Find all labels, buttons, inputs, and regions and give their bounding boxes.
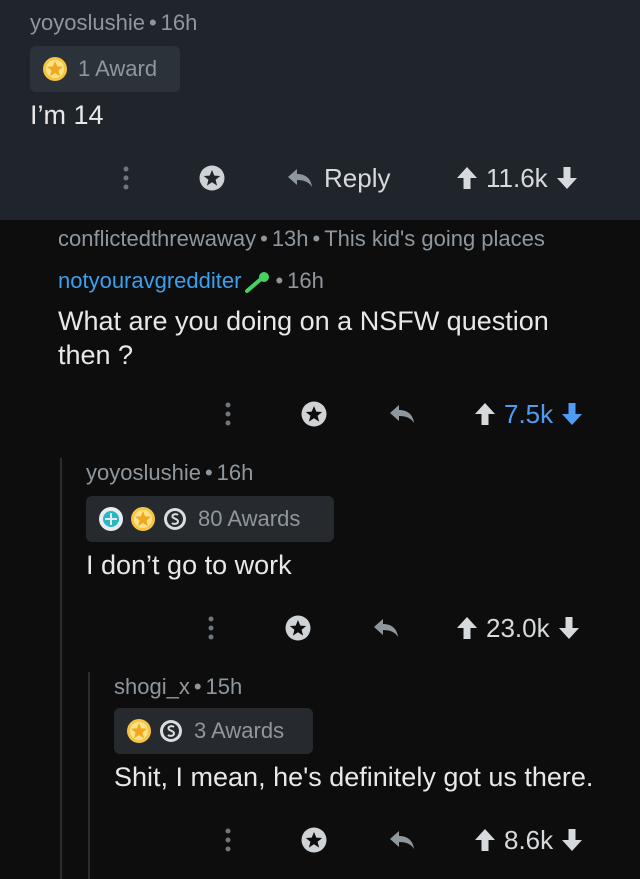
awards-count: 3 Awards <box>194 718 285 743</box>
comment-body: I don’t go to work <box>86 550 292 580</box>
comment-meta: yoyoslushie • 16h <box>30 10 197 36</box>
comment-age: 16h <box>287 268 324 293</box>
downvote-arrow-icon[interactable] <box>561 402 583 426</box>
awards-count: 80 Awards <box>198 506 301 531</box>
separator: • <box>148 10 157 35</box>
comment-actions: 23.0k <box>0 608 640 648</box>
gold-star-award-icon <box>131 507 155 531</box>
comment-age: 16h <box>160 10 198 35</box>
reply-button[interactable]: Reply <box>286 158 390 198</box>
thread-line[interactable] <box>60 458 62 879</box>
awards-pill[interactable]: 1 Award <box>30 46 180 92</box>
reply-arrow-icon <box>390 831 414 849</box>
separator: • <box>312 226 321 251</box>
comment-meta: notyouravgredditer • 16h <box>58 268 324 294</box>
vote-control: 7.5k <box>474 394 583 434</box>
vote-control: 8.6k <box>474 820 583 860</box>
give-award-button[interactable] <box>284 608 312 648</box>
vote-score: 11.6k <box>486 162 548 193</box>
username[interactable]: yoyoslushie <box>30 10 145 35</box>
more-button[interactable] <box>224 394 232 434</box>
silver-coin-award-icon <box>160 720 182 742</box>
more-vertical-icon <box>208 616 214 640</box>
comment-actions: 7.5k <box>0 394 640 434</box>
silver-coin-award-icon <box>164 508 186 530</box>
give-award-button[interactable] <box>198 158 226 198</box>
separator: • <box>275 268 284 293</box>
comment-meta: shogi_x • 15h <box>114 674 242 700</box>
vote-score: 8.6k <box>504 824 554 855</box>
vote-score: 7.5k <box>504 398 554 429</box>
more-button[interactable] <box>207 608 215 648</box>
upvote-arrow-icon[interactable] <box>456 616 478 640</box>
award-icon <box>301 827 327 853</box>
reply-button[interactable] <box>372 608 400 648</box>
give-award-button[interactable] <box>300 820 328 860</box>
upvote-arrow-icon[interactable] <box>474 402 496 426</box>
reply-arrow-icon <box>390 405 414 423</box>
upvote-arrow-icon[interactable] <box>474 828 496 852</box>
separator: • <box>193 674 202 699</box>
comment-age: 15h <box>205 674 243 699</box>
reply-arrow-icon <box>374 619 398 637</box>
comment-age: 13h <box>271 226 309 251</box>
comment-thread: conflictedthrewaway • 13h • This kid's going… <box>0 220 640 879</box>
username[interactable]: notyouravgredditer <box>58 268 241 293</box>
comment-body: Shit, I mean, he's definitely got us the… <box>114 762 594 792</box>
more-vertical-icon <box>123 166 129 190</box>
more-vertical-icon <box>225 828 231 852</box>
comment-body: I’m 14 <box>30 100 104 130</box>
downvote-arrow-icon[interactable] <box>561 828 583 852</box>
user-flair: This kid's going places <box>324 226 545 251</box>
vote-control: 23.0k <box>456 608 580 648</box>
downvote-arrow-icon[interactable] <box>558 616 580 640</box>
gold-star-award-icon <box>43 57 67 81</box>
username[interactable]: shogi_x <box>114 674 190 699</box>
downvote-arrow-icon[interactable] <box>556 166 578 190</box>
comment-actions: 8.6k <box>0 820 640 860</box>
top-comment-card: yoyoslushie • 16h 1 Award I’m 14 Reply 11.… <box>0 0 640 220</box>
username[interactable]: yoyoslushie <box>86 460 201 485</box>
comment-actions: Reply 11.6k <box>0 158 640 198</box>
reply-button[interactable] <box>388 820 416 860</box>
award-icon <box>285 615 311 641</box>
comment-body: What are you doing on a NSFW question th… <box>58 306 549 370</box>
separator: • <box>204 460 213 485</box>
separator: • <box>260 226 268 251</box>
reply-label: Reply <box>324 162 391 193</box>
reply-button[interactable] <box>388 394 416 434</box>
upvote-arrow-icon[interactable] <box>456 166 478 190</box>
awards-pill[interactable]: 3 Awards <box>114 708 313 754</box>
comment-age: 16h <box>216 460 254 485</box>
username[interactable]: conflictedthrewaway <box>58 226 256 251</box>
mod-wand-icon <box>245 272 270 294</box>
more-button[interactable] <box>224 820 232 860</box>
more-vertical-icon <box>225 402 231 426</box>
awards-pill[interactable]: 80 Awards <box>86 496 334 542</box>
gold-star-award-icon <box>127 719 151 743</box>
more-button[interactable] <box>122 158 130 198</box>
reply-arrow-icon <box>288 169 312 187</box>
award-icon <box>199 165 225 191</box>
helpful-award-icon <box>99 507 123 531</box>
give-award-button[interactable] <box>300 394 328 434</box>
comment-meta: yoyoslushie • 16h <box>86 460 253 486</box>
vote-score: 23.0k <box>486 612 550 643</box>
vote-control: 11.6k <box>456 158 578 198</box>
award-icon <box>301 401 327 427</box>
awards-count: 1 Award <box>78 56 158 81</box>
collapsed-comment[interactable]: conflictedthrewaway • 13h • This kid's going… <box>58 226 545 252</box>
